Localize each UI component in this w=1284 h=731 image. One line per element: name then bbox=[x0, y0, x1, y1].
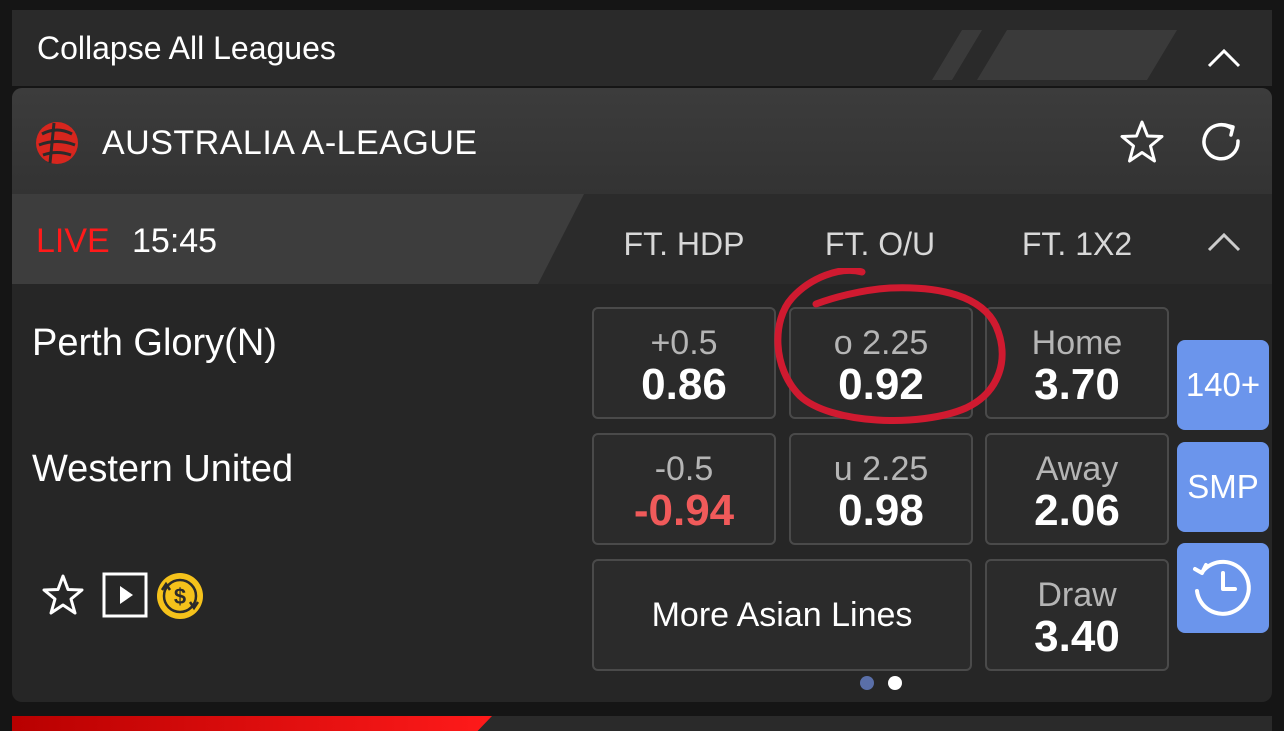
ou-over-line: o 2.25 bbox=[833, 324, 929, 362]
hdp-away-odds-button[interactable]: -0.5 -0.94 bbox=[592, 433, 776, 545]
1x2-away-price: 2.06 bbox=[1034, 486, 1120, 535]
collapse-all-bar[interactable]: Collapse All Leagues bbox=[12, 10, 1272, 86]
favorite-star-icon[interactable] bbox=[1118, 118, 1166, 166]
next-league-accent bbox=[12, 716, 492, 731]
cash-out-icon[interactable]: $ bbox=[156, 572, 204, 620]
column-header-ou: FT. O/U bbox=[824, 226, 936, 262]
collapse-all-label: Collapse All Leagues bbox=[37, 30, 336, 66]
svg-text:$: $ bbox=[174, 584, 186, 609]
pager-dot-2[interactable] bbox=[888, 676, 902, 690]
league-logo-icon bbox=[36, 122, 78, 164]
hdp-away-line: -0.5 bbox=[654, 450, 714, 488]
video-play-icon[interactable] bbox=[102, 572, 148, 618]
star-icon[interactable] bbox=[40, 572, 86, 618]
away-team-name: Western United bbox=[32, 448, 294, 490]
smp-button[interactable]: SMP bbox=[1177, 442, 1269, 532]
chevron-up-icon[interactable] bbox=[1207, 232, 1241, 252]
more-asian-lines-button[interactable]: More Asian Lines bbox=[592, 559, 972, 671]
pager-dot-1[interactable] bbox=[860, 676, 874, 690]
match-header-bar: LIVE 15:45 FT. HDP FT. O/U FT. 1X2 bbox=[12, 194, 1272, 284]
match-action-icons: $ bbox=[40, 572, 220, 620]
hdp-home-line: +0.5 bbox=[650, 324, 718, 362]
ou-over-price: 0.92 bbox=[838, 360, 924, 409]
pager-dots bbox=[860, 676, 910, 690]
next-league-bar[interactable] bbox=[12, 716, 1272, 731]
1x2-draw-price: 3.40 bbox=[1034, 612, 1120, 661]
1x2-home-label: Home bbox=[1031, 324, 1123, 362]
league-header[interactable]: AUSTRALIA A-LEAGUE bbox=[12, 88, 1272, 194]
live-indicator: LIVE bbox=[36, 222, 110, 260]
chevron-up-icon[interactable] bbox=[1207, 48, 1241, 68]
league-name: AUSTRALIA A-LEAGUE bbox=[102, 124, 478, 162]
1x2-home-odds-button[interactable]: Home 3.70 bbox=[985, 307, 1169, 419]
hdp-home-odds-button[interactable]: +0.5 0.86 bbox=[592, 307, 776, 419]
ou-under-odds-button[interactable]: u 2.25 0.98 bbox=[789, 433, 973, 545]
more-markets-button[interactable]: 140+ bbox=[1177, 340, 1269, 430]
decorative-stripes bbox=[932, 30, 1177, 80]
ou-under-price: 0.98 bbox=[838, 486, 924, 535]
home-team-name: Perth Glory(N) bbox=[32, 322, 277, 364]
refresh-icon[interactable] bbox=[1198, 119, 1246, 165]
column-header-1x2: FT. 1X2 bbox=[1021, 226, 1133, 262]
ou-over-odds-button[interactable]: o 2.25 0.92 bbox=[789, 307, 973, 419]
hdp-home-price: 0.86 bbox=[641, 360, 727, 409]
1x2-draw-odds-button[interactable]: Draw 3.40 bbox=[985, 559, 1169, 671]
history-clock-icon bbox=[1193, 559, 1251, 616]
1x2-home-price: 3.70 bbox=[1034, 360, 1120, 409]
1x2-draw-label: Draw bbox=[1037, 576, 1117, 614]
match-clock: 15:45 bbox=[132, 222, 218, 260]
ou-under-line: u 2.25 bbox=[833, 450, 929, 488]
hdp-away-price: -0.94 bbox=[633, 486, 735, 535]
1x2-away-label: Away bbox=[1035, 450, 1119, 488]
column-header-hdp: FT. HDP bbox=[623, 226, 745, 262]
history-button[interactable] bbox=[1177, 543, 1269, 633]
1x2-away-odds-button[interactable]: Away 2.06 bbox=[985, 433, 1169, 545]
